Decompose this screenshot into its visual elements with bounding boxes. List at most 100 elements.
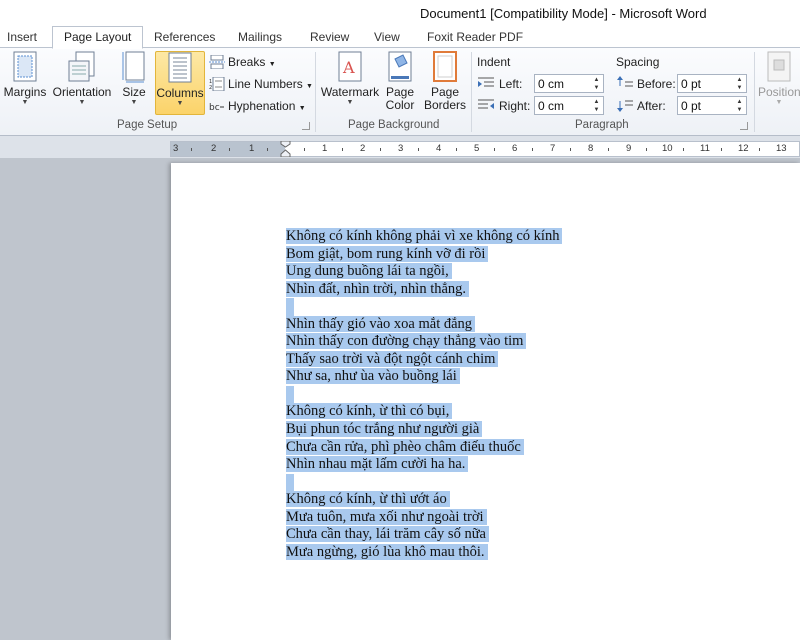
line-numbers-icon: 1 2 — [209, 77, 225, 91]
tab-page-layout[interactable]: Page Layout — [52, 26, 144, 49]
paragraph-launcher-icon[interactable] — [740, 122, 748, 130]
size-button[interactable]: Size ▼ — [118, 51, 150, 115]
breaks-label: Breaks — [228, 55, 266, 69]
size-label: Size — [122, 85, 146, 99]
watermark-button[interactable]: A Watermark ▼ — [320, 51, 380, 115]
indent-right-icon — [478, 99, 494, 109]
spin-up-icon[interactable]: ▲ — [592, 99, 601, 106]
selected-text[interactable]: Không có kính không phải vì xe không có … — [286, 228, 563, 244]
orientation-icon — [68, 51, 95, 82]
selected-text[interactable]: Như sa, như ùa vào buồng lái — [286, 368, 460, 385]
blank-line — [286, 298, 562, 316]
indent-left-input[interactable] — [538, 76, 590, 91]
selected-text[interactable]: Bom giật, bom rung kính vỡ đi rồi — [286, 245, 489, 262]
spin-down-icon[interactable]: ▼ — [735, 85, 744, 92]
chevron-down-icon: ▼ — [346, 99, 354, 106]
chevron-down-icon: ▼ — [78, 99, 86, 106]
position-button[interactable]: Position ▼ — [758, 51, 800, 115]
ruler-tick-mark — [570, 148, 571, 151]
ruler-tick-label: 4 — [436, 143, 442, 154]
tab-foxit-reader-pdf[interactable]: Foxit Reader PDF — [427, 28, 523, 48]
ribbon: Margins ▼ Orientation ▼ Size ▼ Columns ▼ — [0, 48, 800, 136]
page-color-button[interactable]: Page Color — [382, 51, 418, 121]
selected-text[interactable]: Chưa cần rửa, phì phèo châm điếu thuốc — [286, 438, 524, 455]
tab-references[interactable]: References — [154, 28, 215, 48]
spacing-after-icon — [617, 100, 633, 112]
spin-down-icon[interactable]: ▼ — [592, 107, 601, 114]
chevron-down-icon: ▼ — [306, 83, 313, 90]
selected-text[interactable]: Chưa cần thay, lái trăm cây số nữa — [286, 526, 489, 543]
selected-text[interactable]: Bụi phun tóc trắng như người già — [286, 421, 483, 438]
blank-line — [286, 385, 562, 404]
selected-text[interactable]: Mưa ngừng, gió lùa khô mau thôi. — [286, 543, 488, 560]
orientation-button[interactable]: Orientation ▼ — [50, 51, 114, 115]
selected-text[interactable]: Không có kính, ừ thì ướt áo — [286, 491, 450, 508]
selected-text[interactable]: Nhìn thấy gió vào xoa mắt đắng — [286, 315, 476, 332]
ruler-tick-mark — [191, 148, 192, 151]
ruler-tick-label: 3 — [398, 143, 404, 154]
margins-icon — [13, 51, 37, 82]
watermark-label: Watermark — [320, 85, 380, 99]
selected-text[interactable]: Nhìn đất, nhìn trời, nhìn thẳng. — [286, 280, 470, 297]
text-line: Nhìn thấy con đường chạy thẳng vào tim — [286, 333, 562, 351]
ruler-tick-label: 2 — [360, 143, 366, 154]
ruler-tick-label: 1 — [249, 143, 255, 154]
selected-text[interactable]: Không có kính, ừ thì có bụi, — [286, 403, 453, 420]
ruler-tick-label: 8 — [588, 143, 594, 154]
tab-view[interactable]: View — [374, 28, 400, 48]
page-color-label-2: Color — [385, 98, 415, 112]
columns-icon — [168, 52, 192, 83]
chevron-down-icon: ▼ — [298, 105, 306, 112]
spin-down-icon[interactable]: ▼ — [592, 85, 601, 92]
hyphenation-label: Hyphenation — [228, 99, 296, 113]
selected-text[interactable]: Nhìn thấy con đường chạy thẳng vào tim — [286, 333, 527, 350]
ruler-tick-label: 13 — [776, 143, 787, 154]
selected-text[interactable]: Thấy sao trời và đột ngột cánh chim — [286, 350, 499, 367]
ruler-tick-label: 7 — [550, 143, 556, 154]
text-line: Ung dung buồng lái ta ngồi, — [286, 263, 562, 281]
text-line: Mưa ngừng, gió lùa khô mau thôi. — [286, 543, 562, 562]
tab-insert[interactable]: Insert — [7, 28, 37, 48]
selected-blank[interactable] — [286, 473, 294, 492]
selected-blank[interactable] — [286, 298, 294, 316]
ruler-tick-mark — [532, 148, 533, 151]
tab-mailings[interactable]: Mailings — [238, 28, 282, 48]
spacing-after-input[interactable] — [681, 98, 733, 113]
spin-up-icon[interactable]: ▲ — [592, 77, 601, 84]
tab-review[interactable]: Review — [310, 28, 349, 48]
spacing-before-spinner[interactable]: ▲ ▼ — [677, 74, 747, 93]
document-text[interactable]: Không có kính không phải vì xe không có … — [286, 228, 563, 562]
blank-line — [286, 473, 562, 492]
watermark-icon: A — [338, 51, 362, 82]
indent-left-spinner[interactable]: ▲ ▼ — [534, 74, 604, 93]
text-line: Mưa tuôn, mưa xối như ngoài trời — [286, 508, 562, 527]
spin-up-icon[interactable]: ▲ — [735, 77, 744, 84]
page-borders-icon — [433, 51, 457, 82]
group-divider — [315, 52, 316, 132]
page-borders-label-2: Borders — [424, 98, 467, 112]
selected-text[interactable]: Mưa tuôn, mưa xối như ngoài trời — [286, 508, 487, 525]
columns-button[interactable]: Columns ▼ — [155, 51, 205, 115]
position-label: Position — [758, 85, 800, 99]
ruler-tick-label: 6 — [512, 143, 518, 154]
indent-marker-icon[interactable] — [280, 141, 291, 157]
selected-text[interactable]: Nhìn nhau mặt lấm cười ha ha. — [286, 456, 469, 473]
text-line: Nhìn thấy gió vào xoa mắt đắng — [286, 315, 562, 334]
spacing-after-spinner[interactable]: ▲ ▼ — [677, 96, 747, 115]
text-line: Nhìn đất, nhìn trời, nhìn thẳng. — [286, 280, 562, 299]
spacing-before-input[interactable] — [681, 76, 733, 91]
indent-right-spinner[interactable]: ▲ ▼ — [534, 96, 604, 115]
indent-right-input[interactable] — [538, 98, 590, 113]
page-borders-button[interactable]: Page Borders — [424, 51, 466, 121]
selected-text[interactable]: Ung dung buồng lái ta ngồi, — [286, 263, 452, 280]
position-icon — [767, 51, 791, 82]
spin-down-icon[interactable]: ▼ — [735, 107, 744, 114]
page-color-icon — [388, 51, 412, 82]
selected-blank[interactable] — [286, 385, 294, 404]
ruler-tick-label: 9 — [626, 143, 632, 154]
horizontal-ruler[interactable]: 3 2 1 1 2 3 4 5 6 7 8 9 10 11 12 13 — [170, 141, 800, 157]
ruler-tick-mark — [418, 148, 419, 151]
page-setup-launcher-icon[interactable] — [302, 122, 310, 130]
spin-up-icon[interactable]: ▲ — [735, 99, 744, 106]
margins-button[interactable]: Margins ▼ — [3, 51, 47, 115]
